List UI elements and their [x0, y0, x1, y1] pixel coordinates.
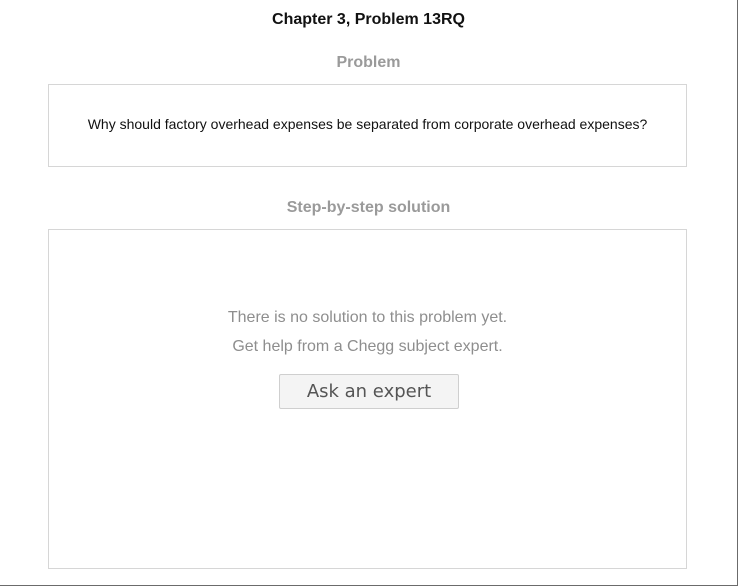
no-solution-message: There is no solution to this problem yet… — [227, 309, 508, 326]
solution-panel: There is no solution to this problem yet… — [48, 229, 687, 569]
problem-heading: Problem — [336, 54, 401, 71]
problem-panel: Why should factory overhead expenses be … — [48, 84, 687, 167]
page-title: Chapter 3, Problem 13RQ — [272, 11, 465, 28]
solution-heading: Step-by-step solution — [286, 199, 451, 216]
problem-text: Why should factory overhead expenses be … — [87, 116, 648, 132]
ask-expert-button[interactable]: Ask an expert — [279, 374, 459, 409]
expert-help-message: Get help from a Chegg subject expert. — [232, 338, 503, 355]
